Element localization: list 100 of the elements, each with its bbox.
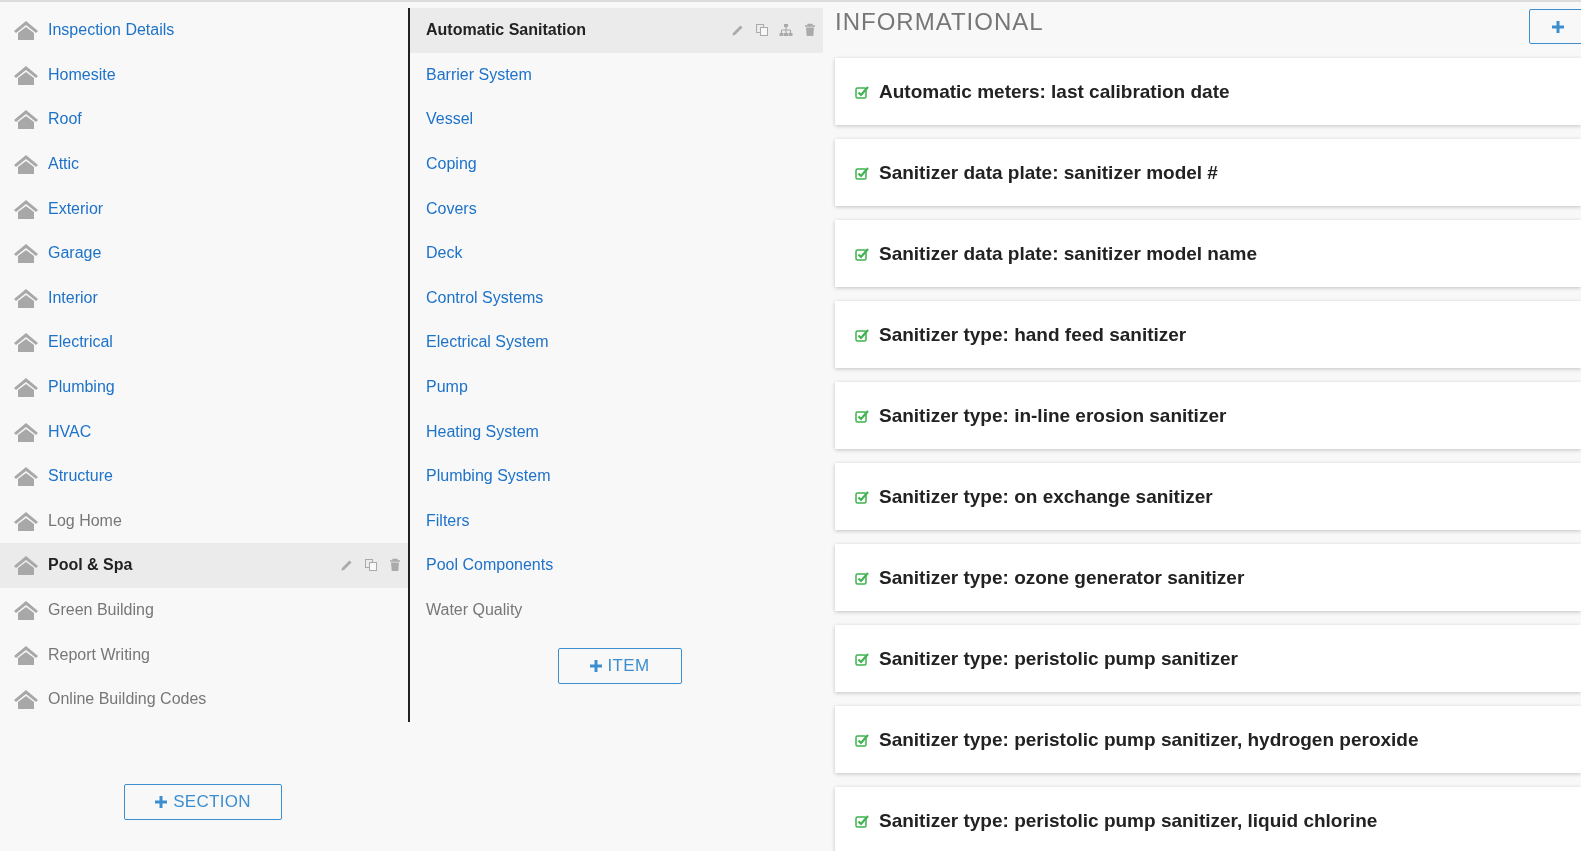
add-button[interactable] (1529, 9, 1581, 44)
section-item[interactable]: Interior (0, 275, 408, 321)
item-row[interactable]: Heating System (410, 409, 823, 454)
section-label[interactable]: Online Building Codes (48, 690, 207, 709)
section-item[interactable]: Inspection Details (0, 8, 408, 53)
item-label[interactable]: Heating System (426, 422, 539, 441)
item-label[interactable]: Control Systems (426, 288, 544, 307)
item-row[interactable]: Coping (410, 141, 823, 187)
comment-text: Sanitizer type: on exchange sanitizer (879, 485, 1213, 508)
comment-card[interactable]: Sanitizer data plate: sanitizer model name (835, 220, 1581, 287)
copy-icon[interactable] (364, 558, 378, 573)
house-icon (14, 644, 38, 665)
plus-icon (589, 660, 602, 673)
comment-card[interactable]: Sanitizer type: hand feed sanitizer (835, 301, 1581, 368)
section-label[interactable]: Green Building (48, 601, 154, 619)
checkbox-icon[interactable] (855, 732, 869, 747)
section-item[interactable]: Online Building Codes (0, 676, 408, 722)
section-label[interactable]: Exterior (48, 199, 104, 218)
comment-text: Sanitizer data plate: sanitizer model # (879, 161, 1218, 184)
checkbox-icon[interactable] (855, 408, 869, 423)
section-item[interactable]: Report Writing (0, 632, 408, 677)
checkbox-icon[interactable] (855, 813, 869, 828)
section-label[interactable]: Inspection Details (48, 21, 175, 40)
comment-card[interactable]: Sanitizer type: peristolic pump sanitizer, hydrogen peroxide (835, 706, 1581, 773)
item-row[interactable]: Pool Components (410, 543, 823, 588)
section-label[interactable]: Report Writing (48, 645, 150, 664)
section-label[interactable]: Log Home (48, 511, 122, 530)
section-label[interactable]: Electrical (48, 333, 113, 352)
item-label[interactable]: Plumbing System (426, 467, 551, 486)
item-label[interactable]: Coping (426, 155, 477, 174)
item-label[interactable]: Barrier System (426, 65, 532, 84)
comment-text: Sanitizer type: peristolic pump sanitizer, liquid chlorine (879, 809, 1378, 832)
item-label[interactable]: Covers (426, 199, 477, 218)
section-label[interactable]: Attic (48, 155, 80, 174)
item-label[interactable]: Vessel (426, 110, 474, 129)
section-label[interactable]: Plumbing (48, 378, 115, 397)
add-section-button[interactable]: SECTION (124, 783, 282, 820)
pencil-icon[interactable] (731, 23, 745, 38)
comment-text: Sanitizer data plate: sanitizer model name (879, 242, 1257, 265)
item-row[interactable]: Filters (410, 498, 823, 544)
section-label[interactable]: Roof (48, 110, 82, 129)
section-item[interactable]: Green Building (0, 587, 408, 633)
section-item[interactable]: Structure (0, 453, 408, 499)
house-icon (14, 510, 38, 531)
section-label[interactable]: Structure (48, 467, 113, 486)
checkbox-icon[interactable] (855, 570, 869, 585)
item-row[interactable]: Covers (410, 186, 823, 231)
comment-card[interactable]: Sanitizer type: peristolic pump sanitizer, liquid chlorine (835, 787, 1581, 851)
item-label[interactable]: Pump (426, 378, 468, 397)
item-label[interactable]: Automatic Sanitation (426, 21, 586, 40)
comment-card[interactable]: Sanitizer data plate: sanitizer model # (835, 139, 1581, 206)
checkbox-icon[interactable] (855, 246, 869, 261)
section-item[interactable]: HVAC (0, 409, 408, 454)
pencil-icon[interactable] (340, 558, 354, 573)
house-icon (14, 600, 38, 620)
item-label[interactable]: Deck (426, 244, 463, 263)
section-item[interactable]: Plumbing (0, 364, 408, 410)
section-label[interactable]: Pool & Spa (48, 556, 133, 575)
sitemap-icon[interactable] (779, 23, 793, 38)
checkbox-icon[interactable] (855, 651, 869, 666)
checkbox-icon[interactable] (855, 327, 869, 342)
section-label[interactable]: Garage (48, 244, 102, 263)
house-icon (14, 466, 38, 487)
comment-text: Sanitizer type: peristolic pump sanitizer, hydrogen peroxide (879, 728, 1419, 751)
add-item-button[interactable]: ITEM (557, 648, 682, 685)
item-row[interactable]: Deck (410, 230, 823, 276)
trash-icon[interactable] (803, 23, 817, 38)
item-row[interactable]: Electrical System (410, 320, 823, 365)
item-label[interactable]: Pool Components (426, 556, 554, 575)
comment-card[interactable]: Automatic meters: last calibration date (835, 58, 1581, 125)
comment-card[interactable]: Sanitizer type: on exchange sanitizer (835, 463, 1581, 530)
section-item[interactable]: Electrical (0, 320, 408, 365)
section-item[interactable]: Homesite (0, 52, 408, 98)
comment-card[interactable]: Sanitizer type: ozone generator sanitizer (835, 544, 1581, 611)
item-row[interactable]: Barrier System (410, 52, 823, 98)
item-label[interactable]: Water Quality (426, 601, 523, 619)
comment-card[interactable]: Sanitizer type: in-line erosion sanitizer (835, 382, 1581, 449)
section-item[interactable]: Log Home (0, 498, 408, 544)
section-label[interactable]: Interior (48, 288, 98, 307)
section-item[interactable]: Attic (0, 141, 408, 187)
section-label[interactable]: Homesite (48, 65, 116, 84)
item-row[interactable]: Automatic Sanitation (410, 8, 823, 53)
item-row[interactable]: Control Systems (410, 275, 823, 321)
section-item[interactable]: Garage (0, 230, 408, 276)
comment-card[interactable]: Sanitizer type: peristolic pump sanitizer (835, 625, 1581, 692)
trash-icon[interactable] (388, 558, 402, 573)
item-row[interactable]: Plumbing System (410, 453, 823, 499)
section-label[interactable]: HVAC (48, 422, 92, 441)
section-item[interactable]: Pool & Spa (0, 543, 408, 588)
item-label[interactable]: Filters (426, 511, 470, 530)
copy-icon[interactable] (755, 23, 769, 38)
item-row[interactable]: Pump (410, 364, 823, 410)
checkbox-icon[interactable] (855, 489, 869, 504)
item-label[interactable]: Electrical System (426, 333, 549, 352)
section-item[interactable]: Roof (0, 97, 408, 142)
item-row[interactable]: Water Quality (410, 587, 823, 633)
checkbox-icon[interactable] (855, 165, 869, 180)
checkbox-icon[interactable] (855, 84, 869, 99)
item-row[interactable]: Vessel (410, 97, 823, 142)
section-item[interactable]: Exterior (0, 186, 408, 231)
